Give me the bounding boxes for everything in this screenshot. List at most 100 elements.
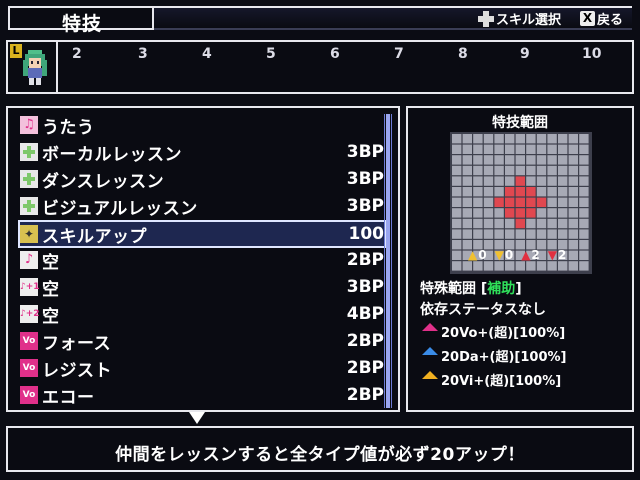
- scroll-down-indicator-icon: [189, 412, 205, 424]
- range-cell-active: [526, 197, 536, 207]
- skill-cost: 3BP: [346, 169, 384, 189]
- skill-item[interactable]: ダンスレッスン 3BP: [20, 166, 384, 192]
- back-button[interactable]: X 戻る: [580, 9, 623, 28]
- range-cell: [452, 144, 462, 154]
- range-cell: [483, 155, 494, 165]
- range-cell: [579, 218, 589, 229]
- range-cell: [536, 218, 547, 229]
- party-slot-1[interactable]: L: [8, 42, 58, 92]
- range-cell: [452, 208, 462, 218]
- range-cell: [579, 187, 589, 197]
- range-cell: [462, 176, 472, 186]
- arrow-up-icon: ▲: [521, 248, 531, 262]
- range-cell: [483, 134, 494, 144]
- skill-item[interactable]: Vo フォース 2BP: [20, 328, 384, 354]
- range-cell-active: [515, 208, 525, 218]
- range-cell: [579, 134, 589, 144]
- scrollbar[interactable]: [384, 114, 392, 408]
- stat-arrow-down: ▼ 0: [494, 248, 514, 262]
- party-slot-4[interactable]: 4: [202, 46, 212, 62]
- range-panel: 特技範囲 ▲ 0 ▼ 0 ▲ 2 ▼ 2 特殊範囲 [補助] 依存ステータスなし 20Vo+(…: [406, 106, 634, 412]
- range-cell: [568, 165, 578, 176]
- range-cell: [558, 229, 568, 239]
- range-cell: [494, 187, 504, 197]
- range-cell-active: [515, 187, 525, 197]
- stat-arrows: ▲ 0 ▼ 0 ▲ 2 ▼ 2: [468, 248, 566, 262]
- party-slot-8[interactable]: 8: [458, 46, 468, 62]
- range-cell: [515, 155, 525, 165]
- stat-arrow-down: ▼ 2: [547, 248, 567, 262]
- range-cell: [462, 208, 472, 218]
- range-cell: [473, 261, 483, 271]
- range-cell: [547, 187, 557, 197]
- range-cell: [568, 261, 578, 271]
- skill-list: ♫ うたう ボーカルレッスン 3BP ダンスレッスン 3BP ビジュアルレッスン 3BP ✦ スキ…: [6, 106, 400, 412]
- range-cell: [547, 155, 557, 165]
- party-slot-5[interactable]: 5: [266, 46, 276, 62]
- range-cell: [579, 240, 589, 250]
- range-cell: [558, 134, 568, 144]
- skill-item[interactable]: ♪ 空 2BP: [20, 247, 384, 273]
- range-title: 特技範囲: [492, 115, 548, 131]
- range-cell: [547, 261, 557, 271]
- skill-cost: 2BP: [346, 250, 384, 270]
- party-slot-7[interactable]: 7: [394, 46, 404, 62]
- range-cell: [462, 187, 472, 197]
- note-plus-2-icon: ♪+2: [20, 305, 40, 323]
- range-cell: [526, 218, 536, 229]
- page-title: 特技: [62, 13, 103, 35]
- range-cell: [452, 187, 462, 197]
- skill-item[interactable]: ✦ スキルアップ 100: [18, 220, 386, 248]
- skill-item[interactable]: ♪+2 空 4BP: [20, 301, 384, 327]
- skill-item[interactable]: ♪+1 空 3BP: [20, 274, 384, 300]
- party-slot-2[interactable]: 2: [72, 46, 82, 62]
- range-cell: [505, 176, 515, 186]
- range-cell: [568, 144, 578, 154]
- range-cell: [558, 144, 568, 154]
- hint-skill-select: スキル選択: [478, 9, 561, 28]
- range-cell: [536, 165, 547, 176]
- range-cell: [547, 229, 557, 239]
- range-cell: [494, 218, 504, 229]
- plus-green-icon: [20, 197, 38, 215]
- range-cell: [452, 165, 462, 176]
- skill-name: 空: [42, 279, 60, 300]
- title-box: 特技: [8, 6, 154, 35]
- party-slot-3[interactable]: 3: [138, 46, 148, 62]
- skill-name: うたう: [42, 117, 95, 138]
- party-slot-10[interactable]: 10: [582, 46, 601, 62]
- type-triangle-icon: [422, 370, 438, 379]
- scrollbar-thumb[interactable]: [386, 114, 390, 408]
- range-cell: [483, 144, 494, 154]
- range-cell: [536, 261, 547, 271]
- vo-badge-icon: Vo: [20, 359, 38, 377]
- range-cell: [494, 261, 504, 271]
- range-cell-active: [505, 208, 515, 218]
- arrow-down-icon: ▼: [547, 248, 558, 262]
- range-cell: [536, 208, 547, 218]
- effect-line: 20Vi+(超)[100%]: [422, 370, 561, 389]
- range-cell: [483, 218, 494, 229]
- skill-cost: 3BP: [346, 196, 384, 216]
- skill-name: ダンスレッスン: [42, 171, 165, 192]
- range-cell: [515, 144, 525, 154]
- range-cell: [568, 250, 578, 260]
- skill-item[interactable]: ビジュアルレッスン 3BP: [20, 193, 384, 219]
- range-cell: [452, 134, 462, 144]
- range-cell: [505, 218, 515, 229]
- range-cell: [568, 197, 578, 207]
- range-cell: [483, 208, 494, 218]
- skill-item[interactable]: Vo エコー 2BP: [20, 382, 384, 408]
- skill-cost: 3BP: [346, 142, 384, 162]
- party-slot-6[interactable]: 6: [330, 46, 340, 62]
- plus-green-icon: [20, 170, 38, 188]
- range-cell: [452, 155, 462, 165]
- stat-arrow-up: ▲ 2: [521, 248, 540, 262]
- range-cell: [483, 261, 494, 271]
- skill-item[interactable]: Vo レジスト 2BP: [20, 355, 384, 381]
- skill-item[interactable]: ♫ うたう: [20, 112, 384, 138]
- range-cell: [536, 155, 547, 165]
- party-slot-9[interactable]: 9: [520, 46, 530, 62]
- skill-description: 仲間をレッスンすると全タイプ値が必ず20アップ！: [115, 445, 525, 465]
- skill-item[interactable]: ボーカルレッスン 3BP: [20, 139, 384, 165]
